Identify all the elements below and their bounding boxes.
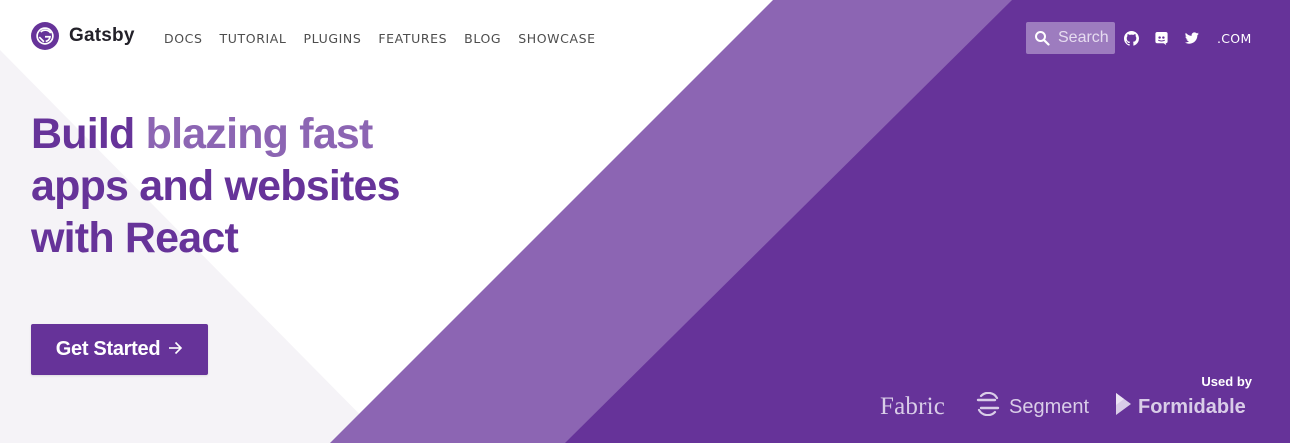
arrow-right-icon (168, 338, 183, 361)
gatsby-logo-icon (31, 22, 59, 50)
formidable-icon (1114, 391, 1132, 423)
search-box[interactable] (1026, 22, 1115, 54)
main-nav: DOCS TUTORIAL PLUGINS FEATURES BLOG SHOW… (164, 30, 596, 48)
hero-headline: Build blazing fast apps and websites with… (31, 108, 491, 264)
nav-item-blog: BLOG (464, 30, 501, 48)
used-by-logos: Fabric Segment Formidable (880, 391, 1252, 422)
twitter-icon[interactable] (1184, 30, 1200, 46)
client-fabric-name: Fabric (880, 393, 946, 420)
client-formidable: Formidable (1114, 392, 1246, 422)
client-formidable-name: Formidable (1138, 395, 1246, 418)
headline-accent: blazing fast (145, 110, 374, 158)
gatsby-logo-link[interactable]: Gatsby (31, 22, 135, 50)
search-input[interactable] (1058, 29, 1114, 47)
nav-link-blog[interactable]: BLOG (464, 31, 501, 46)
client-fabric: Fabric (880, 392, 945, 422)
get-started-button[interactable]: Get Started (31, 324, 208, 375)
site-header: Gatsby DOCS TUTORIAL PLUGINS FEATURES BL… (0, 0, 1290, 76)
used-by-label: Used by (1201, 374, 1252, 389)
nav-link-tutorial[interactable]: TUTORIAL (220, 31, 287, 46)
nav-item-tutorial: TUTORIAL (220, 30, 287, 48)
github-icon[interactable] (1123, 30, 1139, 46)
nav-link-plugins[interactable]: PLUGINS (303, 31, 361, 46)
nav-link-features[interactable]: FEATURES (378, 31, 447, 46)
nav-item-showcase: SHOWCASE (518, 30, 595, 48)
brand-name: Gatsby (69, 25, 135, 46)
dotcom-link[interactable]: .COM (1217, 31, 1252, 46)
nav-link-docs[interactable]: DOCS (164, 31, 203, 46)
nav-item-docs: DOCS (164, 30, 203, 48)
discord-icon[interactable] (1153, 30, 1169, 46)
headline-part-2: apps and websites with React (31, 162, 401, 262)
segment-icon (975, 391, 1001, 422)
client-segment-name: Segment (1009, 395, 1090, 418)
headline-part-1: Build (31, 110, 146, 158)
gatsby-homepage: Gatsby DOCS TUTORIAL PLUGINS FEATURES BL… (0, 0, 1290, 443)
client-segment: Segment (975, 391, 1090, 422)
nav-item-plugins: PLUGINS (303, 30, 361, 48)
nav-link-showcase[interactable]: SHOWCASE (518, 31, 595, 46)
search-icon (1034, 30, 1050, 46)
get-started-label: Get Started (55, 338, 161, 360)
nav-item-features: FEATURES (378, 30, 447, 48)
